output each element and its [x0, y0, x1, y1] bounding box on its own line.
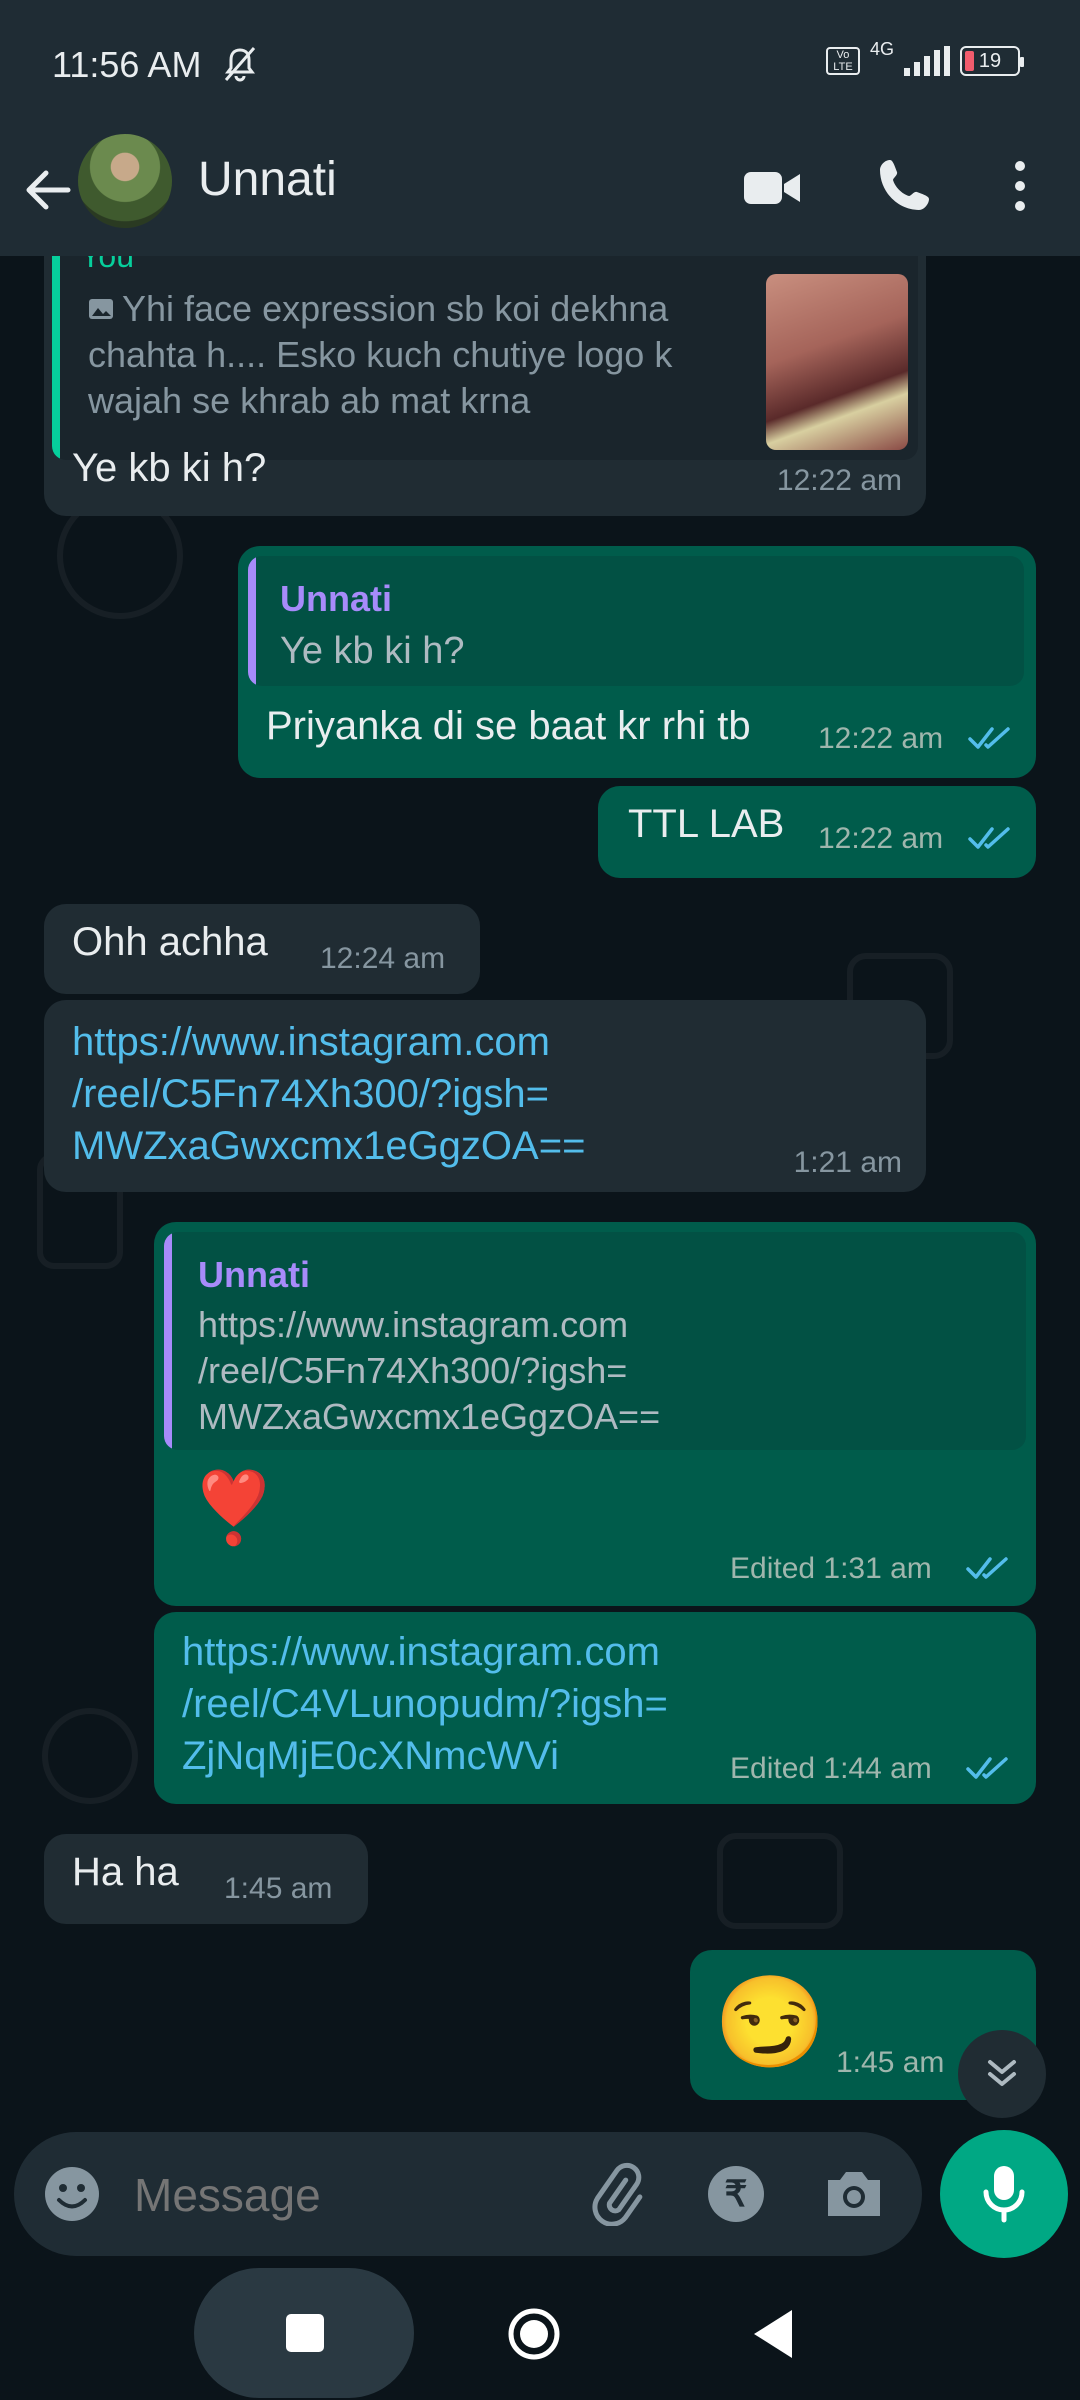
message-link-line[interactable]: https://www.instagram.com	[182, 1626, 660, 1678]
microphone-icon	[983, 2166, 1025, 2223]
quote-bar	[248, 556, 256, 686]
camera-icon[interactable]	[822, 2164, 886, 2224]
message-outgoing[interactable]: TTL LAB 12:22 am	[598, 786, 1036, 878]
phone-icon[interactable]	[872, 154, 936, 218]
quoted-message[interactable]: Unnati https://www.instagram.com /reel/C…	[164, 1232, 1026, 1450]
system-navigation-bar	[0, 2268, 1080, 2400]
message-link-line[interactable]: /reel/C5Fn74Xh300/?igsh=	[72, 1068, 549, 1120]
battery-level: 19	[978, 49, 1002, 72]
quote-sender: Unnati	[280, 578, 392, 619]
quote-text-line: Yhi face expression sb koi dekhna	[122, 288, 669, 329]
avatar[interactable]	[78, 134, 172, 228]
message-link-line[interactable]: MWZxaGwxcmx1eGgzOA==	[72, 1120, 585, 1172]
recents-button[interactable]	[194, 2268, 414, 2398]
scroll-to-bottom-button[interactable]	[958, 2030, 1046, 2118]
message-time: 1:45 am	[224, 1872, 333, 1905]
status-icons: Vo LTE 4G 19	[825, 39, 1024, 76]
quote-text-line: MWZxaGwxcmx1eGgzOA==	[198, 1396, 661, 1437]
home-circle-icon[interactable]	[506, 2306, 562, 2362]
quote-thumbnail	[766, 274, 908, 450]
image-icon	[89, 299, 113, 319]
quote-text-line: https://www.instagram.com	[198, 1304, 629, 1345]
quote-text-line: /reel/C5Fn74Xh300/?igsh=	[198, 1350, 628, 1391]
more-options-icon[interactable]	[1000, 154, 1040, 218]
quote-sender: You	[80, 256, 134, 274]
emoji-icon[interactable]	[42, 2164, 102, 2224]
message-time: 12:22 am	[818, 822, 944, 855]
network-type: 4G	[869, 38, 894, 59]
video-call-icon[interactable]	[740, 156, 804, 220]
contact-name[interactable]: Unnati	[198, 152, 337, 207]
status-time: 11:56 AM	[52, 44, 202, 85]
chevron-double-down-icon	[988, 2060, 1016, 2086]
paperclip-icon[interactable]	[584, 2162, 648, 2226]
microphone-button[interactable]	[940, 2130, 1068, 2258]
message-outgoing[interactable]: Unnati https://www.instagram.com /reel/C…	[154, 1222, 1036, 1606]
battery-icon: 19	[960, 46, 1024, 76]
read-ticks-icon	[968, 827, 1010, 849]
quote-bar	[52, 256, 60, 460]
message-time: 1:21 am	[793, 1146, 902, 1179]
message-outgoing[interactable]: https://www.instagram.com /reel/C4VLunop…	[154, 1612, 1036, 1804]
message-incoming[interactable]: Ha ha 1:45 am	[44, 1834, 368, 1924]
message-link-line[interactable]: /reel/C4VLunopudm/?igsh=	[182, 1678, 668, 1730]
message-outgoing[interactable]: Unnati Ye kb ki h? Priyanka di se baat k…	[238, 546, 1036, 778]
back-arrow-icon[interactable]	[18, 160, 78, 220]
message-time: Edited 1:44 am	[730, 1752, 932, 1785]
message-text: Priyanka di se baat kr rhi tb	[266, 704, 751, 748]
message-time: 12:24 am	[320, 942, 446, 975]
message-time: 1:45 am	[836, 2046, 945, 2079]
quote-text: Ye kb ki h?	[280, 630, 465, 672]
message-link-line[interactable]: https://www.instagram.com	[72, 1016, 550, 1068]
status-bar: 11:56 AM Vo LTE 4G 19	[0, 0, 1080, 130]
bell-off-icon	[224, 47, 256, 82]
quote-text-line: wajah se khrab ab mat krna	[88, 380, 531, 421]
quote-sender: Unnati	[198, 1254, 310, 1295]
message-text: TTL LAB	[628, 802, 785, 846]
message-input[interactable]	[132, 2162, 556, 2228]
read-ticks-icon	[968, 727, 1010, 749]
signal-icon	[904, 46, 950, 76]
chat-header: Unnati	[0, 130, 1080, 256]
volte-icon: Vo LTE	[825, 47, 860, 75]
chat-area[interactable]: You Yhi face expression sb koi dekhna ch…	[0, 256, 1080, 2120]
message-text: Ye kb ki h?	[72, 446, 267, 490]
quoted-message[interactable]: You Yhi face expression sb koi dekhna ch…	[52, 256, 918, 460]
payment-rupee-icon[interactable]: ₹	[708, 2166, 764, 2222]
message-time: Edited 1:31 am	[730, 1552, 932, 1585]
message-link-line[interactable]: ZjNqMjE0cXNmcWVi	[182, 1730, 559, 1782]
message-time: 12:22 am	[776, 464, 902, 497]
message-incoming[interactable]: Ohh achha 12:24 am	[44, 904, 480, 994]
message-time: 12:22 am	[818, 722, 944, 755]
back-triangle-icon[interactable]	[750, 2306, 796, 2362]
message-text: Ha ha	[72, 1850, 179, 1894]
smirk-emoji: 😏	[714, 1973, 827, 2073]
message-incoming[interactable]: You Yhi face expression sb koi dekhna ch…	[44, 256, 926, 516]
read-ticks-icon	[966, 1757, 1008, 1779]
message-composer: ₹	[14, 2132, 922, 2256]
message-text: Ohh achha	[72, 920, 268, 964]
message-incoming[interactable]: https://www.instagram.com /reel/C5Fn74Xh…	[44, 1000, 926, 1192]
square-icon	[286, 2314, 324, 2352]
quote-text-line: chahta h.... Esko kuch chutiye logo k	[88, 334, 673, 375]
quoted-message[interactable]: Unnati Ye kb ki h?	[248, 556, 1024, 686]
quote-bar	[164, 1232, 172, 1450]
heart-emoji: ❣️	[190, 1469, 278, 1547]
read-ticks-icon	[966, 1557, 1008, 1579]
